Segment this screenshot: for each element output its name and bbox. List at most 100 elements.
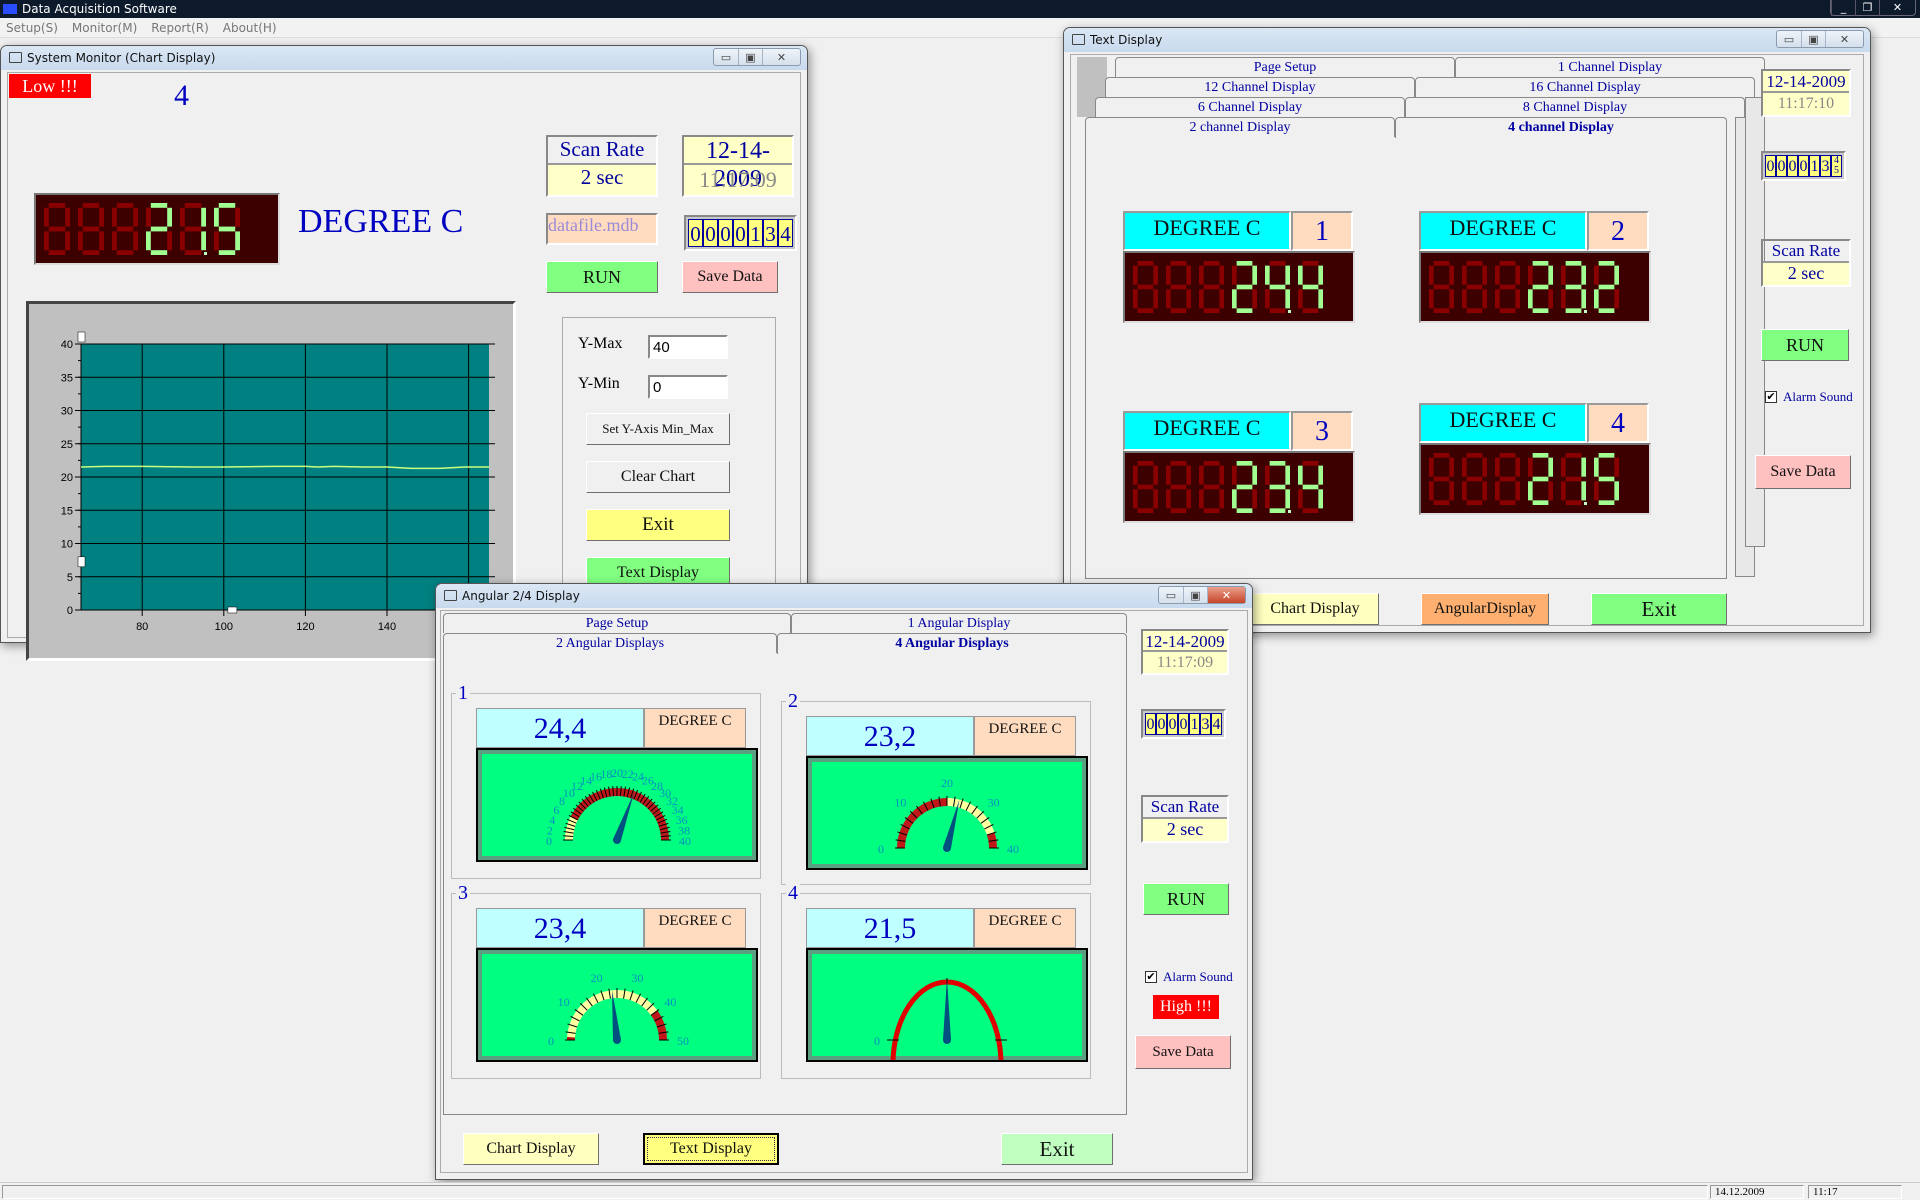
alarm-sound-label: Alarm Sound <box>1783 389 1853 404</box>
exit-button[interactable]: Exit <box>586 509 730 541</box>
run-button[interactable]: RUN <box>1761 329 1849 361</box>
lcd-segment-g <box>1137 284 1154 290</box>
menu-report[interactable]: Report(R) <box>151 21 208 35</box>
ymin-label: Y-Min <box>578 375 620 392</box>
angular-display-button[interactable]: AngularDisplay <box>1421 593 1549 625</box>
gauge-number: 4 <box>786 882 800 904</box>
lcd-digit <box>44 203 70 255</box>
run-button[interactable]: RUN <box>1143 883 1229 915</box>
lcd-segment-a <box>1565 453 1582 458</box>
tab-page-setup[interactable]: Page Setup <box>443 613 791 633</box>
tab-page-setup[interactable]: Page Setup <box>1115 57 1455 77</box>
lcd-segment-d <box>1466 500 1483 505</box>
save-data-button[interactable]: Save Data <box>682 261 778 293</box>
tab-6-channel[interactable]: 6 Channel Display <box>1095 97 1405 117</box>
window-title-bar: Text Display ▭ ▣ ✕ <box>1064 28 1870 52</box>
save-data-button[interactable]: Save Data <box>1135 1035 1231 1069</box>
menu-monitor[interactable]: Monitor(M) <box>72 21 137 35</box>
tab-2-angular[interactable]: 2 Angular Displays <box>443 633 777 653</box>
minimize-button[interactable]: ▭ <box>1159 587 1183 603</box>
lcd-segment-b <box>1252 265 1257 285</box>
gauge-dial: 0 <box>874 978 1007 1060</box>
menu-setup[interactable]: Setup(S) <box>6 21 58 35</box>
lcd-digit <box>1166 461 1191 513</box>
close-button[interactable]: ✕ <box>1825 31 1863 47</box>
minimize-button[interactable]: _ <box>1831 0 1855 16</box>
lcd-digit <box>1495 453 1520 505</box>
alarm-sound-checkbox[interactable]: ✔ <box>1145 971 1157 983</box>
lcd-segment-a <box>1269 261 1286 266</box>
restore-button[interactable]: ❐ <box>1855 0 1879 16</box>
channel-unit-label: DEGREE C <box>1419 211 1587 251</box>
menu-about[interactable]: About(H) <box>223 21 277 35</box>
gauge-needle-hub <box>943 844 951 852</box>
gauge-scale-label: 20 <box>591 971 603 985</box>
channel-number: 4 <box>1587 403 1649 443</box>
ymax-input[interactable] <box>648 335 728 359</box>
lcd-segment-a <box>1302 461 1319 466</box>
lcd-digit <box>1166 261 1191 313</box>
status-date: 14.12.2009 <box>1710 1185 1804 1199</box>
tab-1-channel[interactable]: 1 Channel Display <box>1455 57 1765 77</box>
lcd-segment-c <box>1581 481 1586 501</box>
ymin-input[interactable] <box>648 375 728 399</box>
minimize-button[interactable]: ▭ <box>1777 31 1801 47</box>
lcd-digit <box>1594 261 1619 313</box>
y-tick-label: 35 <box>61 372 73 384</box>
chart-display-button[interactable]: Chart Display <box>463 1133 599 1165</box>
lcd-segment-a <box>1433 261 1450 266</box>
alarm-sound-checkbox[interactable]: ✔ <box>1765 391 1777 403</box>
lcd-segment-b <box>1252 465 1257 485</box>
gauge-face: 0 <box>806 948 1088 1062</box>
tab-8-channel[interactable]: 8 Channel Display <box>1405 97 1745 117</box>
value-lcd-display <box>34 193 280 265</box>
lcd-digit <box>1429 261 1454 313</box>
lcd-segment-c <box>201 231 206 251</box>
lcd-segment-g <box>1236 484 1253 490</box>
status-time: 11:17 <box>1808 1185 1902 1199</box>
channel-number: 4 <box>174 79 189 112</box>
tab-4-angular[interactable]: 4 Angular Displays <box>777 633 1127 654</box>
lcd-segment-g <box>1499 284 1516 290</box>
counter-digit: 0 <box>1765 155 1776 177</box>
lcd-segment-e <box>1166 289 1171 309</box>
window-body: Low !!! 4 DEGREE C Scan Rate 2 sec 12-14… <box>7 72 801 667</box>
close-button[interactable]: ✕ <box>762 49 800 65</box>
run-button[interactable]: RUN <box>546 261 658 293</box>
lcd-segment-f <box>1232 465 1237 485</box>
date-display: 12-14-2009 <box>1143 631 1227 652</box>
lcd-digit <box>1528 261 1553 313</box>
tab-1-angular[interactable]: 1 Angular Display <box>791 613 1127 633</box>
lcd-segment-c <box>1186 289 1191 309</box>
channel-unit-label: DEGREE C <box>1419 403 1587 443</box>
lcd-digit <box>1232 261 1257 313</box>
save-data-button[interactable]: Save Data <box>1755 455 1851 489</box>
tab-16-channel[interactable]: 16 Channel Display <box>1415 77 1755 97</box>
lcd-segment-f <box>1561 457 1566 477</box>
exit-button[interactable]: Exit <box>1591 593 1727 625</box>
lcd-segment-b <box>201 207 206 227</box>
lcd-segment-f <box>1462 457 1467 477</box>
lcd-segment-g <box>1302 284 1319 290</box>
set-y-axis-button[interactable]: Set Y-Axis Min_Max <box>586 413 730 445</box>
exit-button[interactable]: Exit <box>1001 1133 1113 1165</box>
gauge-number: 1 <box>456 682 470 704</box>
tab-4-channel[interactable]: 4 channel Display <box>1395 117 1727 138</box>
window-icon <box>444 590 457 601</box>
lcd-segment-b <box>1318 465 1323 485</box>
tab-2-channel[interactable]: 2 channel Display <box>1085 117 1395 137</box>
minimize-button[interactable]: ▭ <box>714 49 738 65</box>
lcd-segment-g <box>1236 284 1253 290</box>
maximize-button[interactable]: ▣ <box>738 49 762 65</box>
unit-label: DEGREE C <box>298 203 464 240</box>
lcd-segment-a <box>1203 261 1220 266</box>
text-display-button[interactable]: Text Display <box>643 1133 779 1165</box>
chart-display-button[interactable]: Chart Display <box>1251 593 1379 625</box>
clear-chart-button[interactable]: Clear Chart <box>586 461 730 493</box>
tab-12-channel[interactable]: 12 Channel Display <box>1105 77 1415 97</box>
lcd-segment-a <box>150 203 168 208</box>
close-button[interactable]: ✕ <box>1879 0 1915 16</box>
maximize-button[interactable]: ▣ <box>1801 31 1825 47</box>
maximize-button[interactable]: ▣ <box>1183 587 1207 603</box>
close-button[interactable]: ✕ <box>1207 587 1245 603</box>
